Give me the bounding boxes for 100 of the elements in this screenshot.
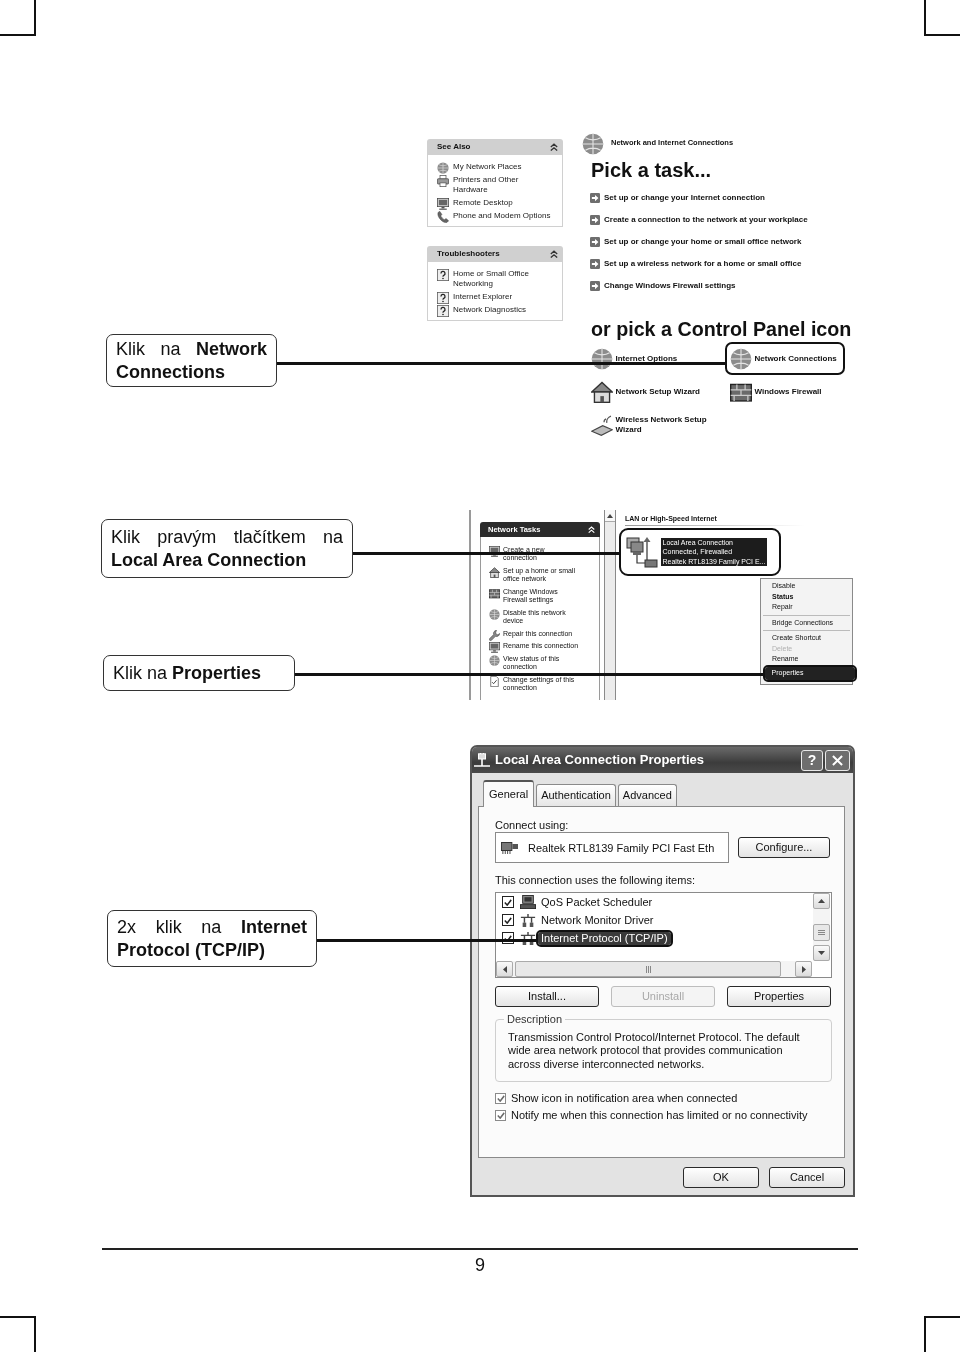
scroll-down-button[interactable] [813,945,830,961]
caret-up-icon [607,513,613,518]
network-card-icon [501,841,518,854]
field-label: Connect using: [495,819,569,832]
horizontal-scrollbar[interactable] [496,961,812,977]
arrow-icon [590,259,600,269]
wrench-icon [489,629,500,641]
crop-mark [924,0,960,36]
task-link[interactable]: Set up a wireless network for a home or small office [604,259,802,269]
caret-down-icon [818,951,825,955]
question-mark-icon [437,305,449,317]
vertical-scrollbar[interactable] [604,510,616,700]
panel-link[interactable]: Network Diagnostics [453,305,552,315]
control-panel-item[interactable]: Wireless Network Setup Wizard [586,408,724,441]
action-button[interactable]: Install... [495,986,599,1007]
printer-icon [437,175,449,187]
brick-wall-icon [489,587,500,599]
dialog-title: Local Area Connection Properties [495,752,705,768]
network-connector-icon [520,913,536,927]
double-chevron-icon [550,250,558,258]
vertical-scrollbar[interactable] [813,893,830,961]
arrow-icon [590,193,600,203]
panel-link[interactable]: Internet Explorer [453,292,552,302]
crop-mark [0,0,36,36]
checkbox[interactable] [502,896,514,908]
crop-mark [0,1316,36,1352]
section-heading: or pick a Control Panel icon [591,318,853,340]
monitor-icon [489,642,500,653]
scrollbar-thumb[interactable] [813,924,830,941]
list-item[interactable]: Internet Protocol (TCP/IP) [536,929,673,947]
phone-icon [437,211,449,223]
grip-icon [818,930,825,935]
configure-button[interactable]: Configure... [738,837,830,858]
question-mark-icon [437,292,449,304]
panel-header[interactable]: See Also [427,139,563,155]
task-link[interactable]: Change Windows Firewall settings [604,281,736,291]
option-label[interactable]: Show icon in notification area when connected [511,1092,738,1105]
scrollbar-thumb[interactable] [515,961,781,977]
panel-link[interactable]: Phone and Modem Options [453,211,552,221]
double-chevron-icon [588,526,595,533]
task-link[interactable]: Set up or change your Internet connection [604,193,765,203]
page-number: 9 [475,1254,485,1275]
checkbox[interactable] [502,914,514,926]
adapter-name: Realtek RTL8139 Family PCI Fast Eth [528,841,715,854]
help-button[interactable]: ? [801,749,823,771]
field-label: This connection uses the following items: [495,873,695,887]
dialog-button[interactable]: OK [683,1167,759,1188]
scroll-up-button[interactable] [605,510,615,522]
checkmark-icon [504,916,512,924]
panel-link[interactable]: Remote Desktop [453,198,552,208]
tab[interactable]: General [483,780,535,807]
panel-header[interactable]: Troubleshooters [427,246,563,262]
arrow-icon [590,237,600,247]
globe-icon [489,608,500,620]
description-text: Transmission Control Protocol/Internet Protocol. The default wide area network protocol that provides communication across diverse interconnected networks. [508,1030,801,1071]
panel-link[interactable]: Home or Small Office Networking [453,269,552,289]
grip-icon [645,965,651,973]
callout: Klik na Network Connections [106,334,277,387]
caret-left-icon [502,965,507,973]
panel-title: See Also [437,142,471,152]
callout: 2x klik na Internet Protocol (TCP/IP) [107,910,317,967]
panel-link[interactable]: My Network Places [453,162,552,172]
action-button[interactable]: Properties [727,986,831,1007]
control-panel-item[interactable]: Network Connections [725,342,845,375]
checkbox[interactable] [495,1093,506,1104]
task-link[interactable]: Create a connection to the network at your workplace [604,215,808,225]
double-chevron-icon [550,143,558,151]
panel-link[interactable]: Printers and Other Hardware [453,175,552,195]
tab[interactable]: Advanced [617,784,677,806]
tab[interactable]: Authentication [536,784,616,806]
section-heading: Pick a task... [591,159,713,181]
checkbox[interactable] [495,1110,506,1121]
scroll-left-button[interactable] [496,961,513,977]
task-link[interactable]: Set up or change your home or small office network [604,237,802,247]
scroll-right-button[interactable] [795,961,812,977]
checkmark-icon [504,898,512,906]
control-panel-item[interactable]: Network Setup Wizard [586,375,708,408]
panel-title: Troubleshooters [437,249,500,259]
dialog-button[interactable]: Cancel [769,1167,845,1188]
checkmark-icon [496,1112,505,1119]
globe-icon [489,654,500,666]
close-button[interactable] [825,749,850,771]
caret-right-icon [801,965,806,973]
list-item[interactable]: QoS Packet Scheduler [536,893,658,911]
items-list[interactable]: QoS Packet Scheduler Network Monitor Driver Internet Protocol (TCP/IP) [495,892,832,978]
arrow-icon [590,281,600,291]
globe-icon [437,162,449,174]
network-plug-icon [473,753,491,767]
control-panel-item[interactable]: Windows Firewall [725,375,830,408]
question-mark-icon [437,269,449,281]
list-item[interactable]: Network Monitor Driver [536,911,659,929]
wireless-card-icon [590,413,613,436]
group-label: Description [506,1012,564,1026]
networked-computers-icon [625,536,658,568]
arrow-icon [590,215,600,225]
scroll-up-button[interactable] [813,893,830,909]
document-icon [489,675,500,687]
checkmark-icon [496,1095,505,1102]
option-label[interactable]: Notify me when this connection has limited or no connectivity [511,1109,808,1122]
globe-icon [582,133,604,155]
